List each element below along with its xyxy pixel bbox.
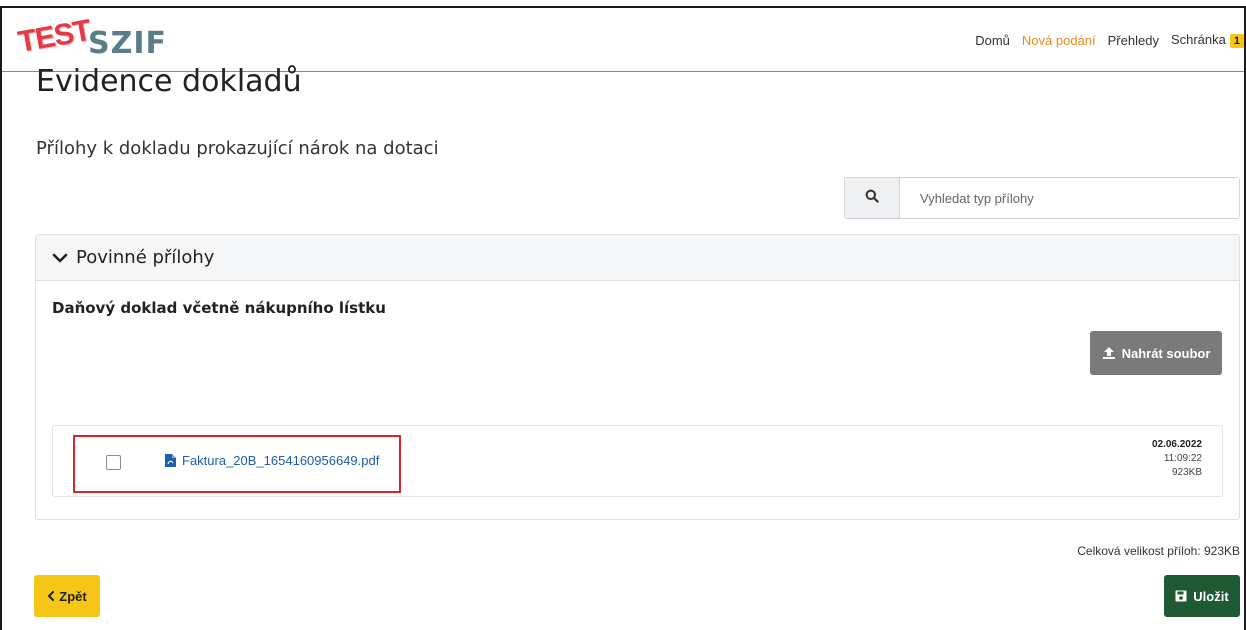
page-subtitle: Přílohy k dokladu prokazující nárok na d… [36,138,439,159]
back-button[interactable]: Zpět [34,575,100,617]
panel-header-label: Povinné přílohy [76,247,215,268]
section-title: Daňový doklad včetně nákupního lístku [52,299,386,317]
required-attachments-panel: Povinné přílohy Daňový doklad včetně nák… [35,234,1240,520]
logo-brand-label: SZIF [88,26,168,61]
save-button[interactable]: Uložit [1164,575,1240,617]
panel-header-toggle[interactable]: Povinné přílohy [36,235,1239,281]
page-title: Evidence dokladů [36,64,302,99]
nav-overviews[interactable]: Přehledy [1108,33,1159,48]
top-nav: Domů Nová podání Přehledy Schránka 1 [963,32,1244,48]
chevron-down-icon [52,252,68,264]
upload-icon [1102,346,1116,360]
szif-logo[interactable]: TEST SZIF [14,14,174,64]
app-header: TEST SZIF Domů Nová podání Přehledy Schr… [2,8,1244,72]
back-label: Zpět [59,588,87,604]
nav-inbox-label: Schránka [1170,32,1226,47]
nav-new-submissions[interactable]: Nová podání [1022,33,1096,48]
pdf-file-icon [165,454,176,467]
search-icon [865,189,879,208]
nav-inbox[interactable]: Schránka 1 [1171,32,1244,48]
file-link[interactable]: Faktura_20B_1654160956649.pdf [165,453,379,468]
file-size: 923KB [1171,467,1202,478]
save-label: Uložit [1193,588,1229,604]
upload-file-button[interactable]: Nahrát soubor [1090,331,1222,375]
inbox-count-badge: 1 [1229,34,1244,48]
search-input[interactable] [900,178,1239,218]
search-button[interactable] [845,178,900,218]
file-date: 02.06.2022 [1151,439,1202,450]
file-row: Faktura_20B_1654160956649.pdf 02.06.2022… [52,425,1223,497]
floppy-disk-icon [1175,590,1187,602]
chevron-left-icon [47,591,55,601]
attachment-search [844,177,1240,219]
logo-test-label: TEST [15,13,93,60]
file-time: 11:09:22 [1163,453,1202,464]
upload-file-label: Nahrát soubor [1121,345,1211,361]
file-name: Faktura_20B_1654160956649.pdf [182,453,380,468]
total-size: Celková velikost příloh: 923KB [1077,544,1240,558]
file-meta: 02.06.2022 11:09:22 923KB [1152,438,1202,480]
window-frame-left [0,6,2,630]
nav-home[interactable]: Domů [975,33,1010,48]
file-select-checkbox[interactable] [106,455,121,470]
